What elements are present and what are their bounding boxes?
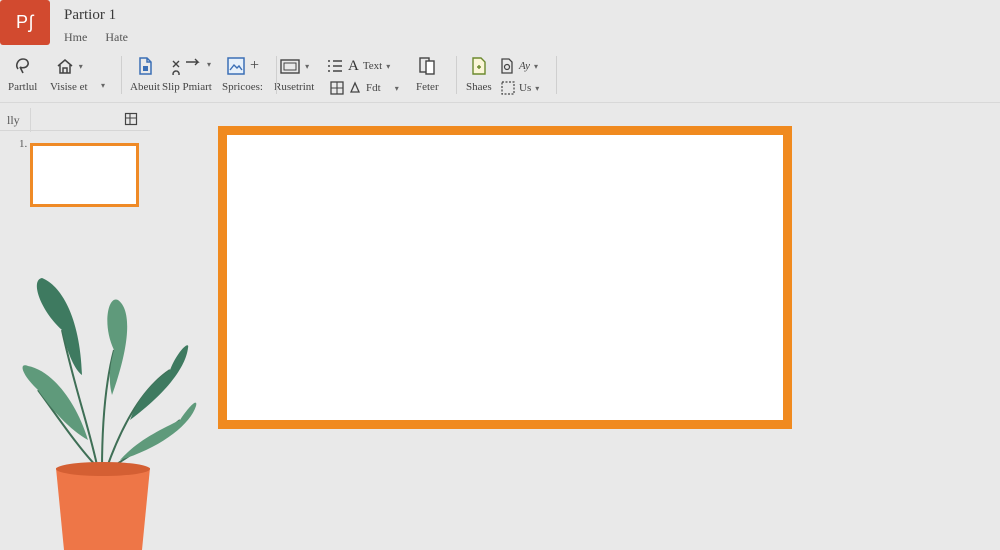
ribbon-label: Abeuit: [130, 81, 160, 93]
chevron-down-icon: ▾: [534, 61, 539, 71]
layout-arrows-icon: [170, 57, 204, 75]
ribbon-button-ay[interactable]: Ay ▾: [499, 55, 538, 77]
chevron-down-icon: ▾: [305, 61, 310, 71]
ribbon-divider: [0, 102, 1000, 103]
tab-insert[interactable]: Hate: [105, 30, 128, 45]
ribbon-button-text[interactable]: A Text ▾: [326, 55, 390, 77]
ribbon-button-partlul[interactable]: Partlul: [8, 55, 37, 93]
chevron-down-icon: ▾: [394, 83, 399, 93]
ribbon-button-spricoes[interactable]: + Spricoes:: [222, 55, 263, 93]
ribbon-label: Shaes: [466, 81, 492, 93]
ribbon-label: Visise et: [50, 81, 88, 93]
ribbon: Partlul ▾ Visise et ▾ Abeuit Slip Pmiart…: [0, 50, 1000, 100]
grid-icon: [330, 81, 344, 95]
find-icon: [499, 57, 515, 75]
text-icon: A: [348, 57, 359, 74]
slide-thumbnail[interactable]: [30, 143, 139, 207]
chevron-down-icon[interactable]: ▾: [101, 81, 105, 90]
ribbon-button-visise[interactable]: ▾ Visise et: [50, 55, 88, 93]
fdt-label: Fdt: [366, 82, 381, 94]
pane-divider: [30, 108, 31, 132]
select-icon: [501, 81, 515, 95]
ribbon-separator: [121, 56, 122, 94]
ribbon-tabs: Hme Hate: [64, 30, 128, 45]
chevron-down-icon[interactable]: ▾: [207, 60, 211, 69]
chevron-down-icon: ▾: [386, 61, 391, 71]
ribbon-button-feter[interactable]: Feter: [416, 55, 439, 93]
plus-icon: +: [249, 57, 259, 74]
house-icon: [55, 57, 75, 75]
ribbon-separator: [456, 56, 457, 94]
ribbon-label: Spricoes:: [222, 81, 263, 93]
app-logo[interactable]: Pʃ: [0, 0, 50, 45]
list-icon: [326, 58, 344, 74]
ribbon-button-shaes[interactable]: Shaes: [466, 55, 492, 93]
ribbon-button-rusetrint[interactable]: ▾ Rusetrint: [274, 55, 314, 93]
picture-icon: [226, 56, 246, 76]
ribbon-button-fdt[interactable]: Fdt ▾: [330, 77, 399, 99]
plant-illustration: [20, 270, 200, 550]
ribbon-label: Slip Pmiart: [162, 81, 212, 93]
us-label: Us: [519, 82, 532, 94]
layout-box-icon: [279, 57, 301, 75]
ribbon-button-slip-pmiart[interactable]: Slip Pmiart: [162, 55, 212, 93]
chevron-down-icon: ▾: [78, 61, 83, 71]
ribbon-button-us[interactable]: Us ▾: [501, 77, 539, 99]
ribbon-button-abeuit[interactable]: Abeuit: [130, 55, 160, 93]
tab-home[interactable]: Hme: [64, 30, 87, 45]
ribbon-separator: [276, 56, 277, 94]
ribbon-label: Rusetrint: [274, 81, 315, 93]
fill-icon: [348, 81, 362, 95]
ribbon-label: Partlul: [8, 81, 38, 93]
arrange-icon: [417, 56, 437, 76]
ribbon-separator: [556, 56, 557, 94]
ribbon-label: Feter: [416, 81, 439, 93]
document-title: Partior 1: [64, 7, 117, 23]
pane-divider: [0, 130, 150, 131]
slide-canvas[interactable]: [218, 126, 792, 429]
pane-header: lly: [7, 113, 20, 127]
text-label: Text: [362, 60, 383, 72]
slide-number: 1.: [19, 138, 28, 150]
lasso-select-icon: [14, 57, 32, 75]
ay-label: Ay: [519, 60, 530, 72]
layout-grid-icon[interactable]: [124, 112, 138, 131]
document-icon: [136, 56, 154, 76]
shapes-icon: [469, 56, 489, 76]
chevron-down-icon: ▾: [535, 83, 540, 93]
